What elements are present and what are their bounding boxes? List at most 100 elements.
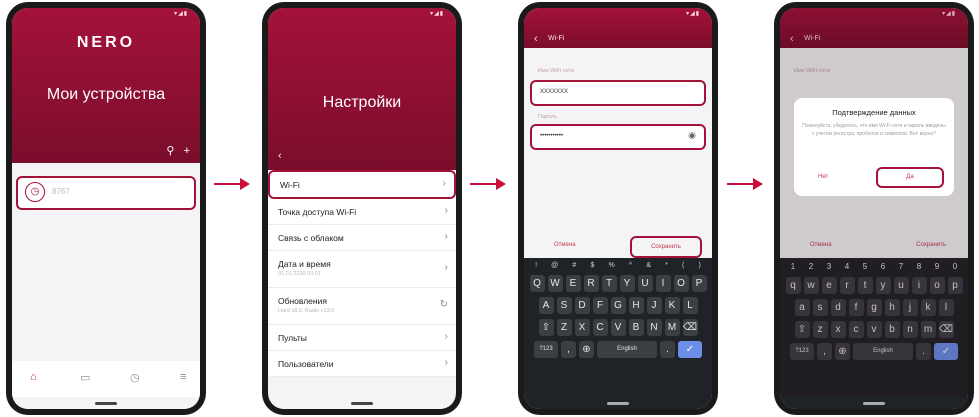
letter-key[interactable]: H [628,297,644,314]
enter-key[interactable]: ✓ [678,341,702,358]
backspace-icon[interactable]: ⌫ [682,319,698,336]
settings-item-label: Wi-Fi [280,180,300,190]
back-icon[interactable]: ‹ [534,33,538,45]
search-icon[interactable]: ⚲ [166,145,174,157]
letter-key[interactable]: I [655,275,671,292]
system-bar [780,397,968,409]
settings-item-users[interactable]: Пользователи › [268,351,456,377]
settings-item-cloud[interactable]: Связь с облаком › [268,225,456,251]
letter-key[interactable]: U [637,275,653,292]
letter-key[interactable]: G [610,297,626,314]
letter-key[interactable]: Y [619,275,635,292]
letter-key[interactable]: S [556,297,572,314]
no-button[interactable]: Нет [818,174,828,180]
letter-key[interactable]: V [610,319,626,336]
system-bar [12,397,200,409]
letter-key[interactable]: D [574,297,590,314]
letter-key[interactable]: W [547,275,563,292]
symbol-key[interactable]: $ [590,262,594,269]
symbol-key[interactable]: @ [551,262,558,269]
refresh-icon[interactable]: ↻ [440,299,448,310]
letter-key[interactable]: P [691,275,707,292]
letter-key[interactable]: X [574,319,590,336]
plus-icon[interactable]: + [184,145,190,157]
device-name: 8767 [52,187,70,196]
letter-key[interactable]: T [601,275,617,292]
space-key[interactable]: English [597,341,657,358]
back-icon[interactable]: ‹ [278,150,282,162]
symbol-key[interactable]: ! [535,262,537,269]
keyboard: ! @ # $% ^ & * () QWERTYUIOP ASDFGHJKL ⇧ Z X C V B N M… [524,258,712,397]
symbol-key[interactable]: ^ [629,262,632,269]
bottom-nav: ⌂ ▭ ◷ ≡ [12,361,200,397]
modal-overlay [780,8,968,409]
letter-key[interactable]: C [592,319,608,336]
dialog-text: Пожалуйста, убедитесь, что имя Wi-Fi сет… [802,123,946,137]
letter-key[interactable]: F [592,297,608,314]
menu-icon[interactable]: ≡ [180,371,186,383]
shift-icon[interactable]: ⇧ [538,319,554,336]
settings-item-wifi[interactable]: Wi-Fi › [268,170,456,199]
letter-key[interactable]: A [538,297,554,314]
device-icon[interactable]: ▭ [80,371,90,384]
settings-item-sub: 01.01.2220 03:01 [278,271,321,277]
chevron-right-icon: › [444,205,448,216]
yes-button[interactable]: Да [876,167,944,188]
letter-key[interactable]: E [565,275,581,292]
settings-item-label: Пульты [278,333,307,343]
symbol-key[interactable]: ( [682,262,684,269]
settings-item-datetime[interactable]: Дата и время 01.01.2220 03:01 › [268,251,456,288]
comma-key[interactable]: , [561,341,576,358]
clock-nav-icon[interactable]: ◷ [130,371,140,384]
symbol-key[interactable]: & [646,262,651,269]
home-pill[interactable] [351,402,373,405]
home-pill[interactable] [863,402,885,405]
settings-item-updates[interactable]: Обновления Hard v8.0, Radio v13.0 ↻ [268,288,456,325]
letter-key[interactable]: R [583,275,599,292]
cancel-button[interactable]: Отмена [554,242,576,248]
letter-key[interactable]: O [673,275,689,292]
home-pill[interactable] [607,402,629,405]
screen-settings: ▾◢▮ Настройки ‹ Wi-Fi › Точка доступа Wi… [268,8,456,409]
symbol-key[interactable]: # [572,262,576,269]
home-icon[interactable]: ⌂ [30,371,37,383]
letter-key[interactable]: N [646,319,662,336]
status-bar: ▾◢▮ [174,11,188,17]
chevron-right-icon: › [444,231,448,242]
page-title: Настройки [322,94,402,111]
letter-key[interactable]: L [682,297,698,314]
settings-item-remotes[interactable]: Пульты › [268,325,456,351]
keyboard-row-2: ASDFGHJKL [524,294,712,316]
password-field[interactable]: ••••••••••• ◉ [530,124,706,150]
header: ▾◢▮ NERO Мои устройства ⚲ + [12,8,200,163]
clock-icon: ◷ [25,182,45,202]
keyboard-row-4: ?123 , ⊕ English . ✓ [524,338,712,360]
page-title: Wi-Fi [548,35,565,42]
phone-wifi-form: ▾◢▮ ‹ Wi-Fi Имя WiFi-сети XXXXXXX Пароль… [518,2,718,415]
letter-key[interactable]: M [664,319,680,336]
save-button[interactable]: Сохранить [630,236,702,258]
keyboard-row-3: ⇧ Z X C V B N M ⌫ [524,316,712,338]
letter-key[interactable]: B [628,319,644,336]
letter-key[interactable]: J [646,297,662,314]
ssid-field[interactable]: XXXXXXX [530,80,706,106]
eye-off-icon[interactable]: ◉ [688,130,696,141]
settings-item-hotspot[interactable]: Точка доступа Wi-Fi › [268,199,456,225]
flow-arrow-3 [727,178,763,190]
mode-key[interactable]: ?123 [534,341,558,358]
device-item[interactable]: ◷ 8767 [16,176,196,210]
period-key[interactable]: . [660,341,675,358]
letter-key[interactable]: K [664,297,680,314]
symbol-key[interactable]: % [609,262,615,269]
globe-icon[interactable]: ⊕ [579,341,594,358]
confirm-dialog: Подтверждение данных Пожалуйста, убедите… [794,98,954,196]
letter-key[interactable]: Z [556,319,572,336]
symbol-key[interactable]: * [665,262,668,269]
keyboard-row-1: QWERTYUIOP [524,272,712,294]
symbol-key[interactable]: ) [698,262,700,269]
brand-logo: NERO [76,34,136,51]
letter-key[interactable]: Q [529,275,545,292]
home-pill[interactable] [95,402,117,405]
dialog-title: Подтверждение данных [832,108,916,117]
flow-arrow-1 [214,178,250,190]
